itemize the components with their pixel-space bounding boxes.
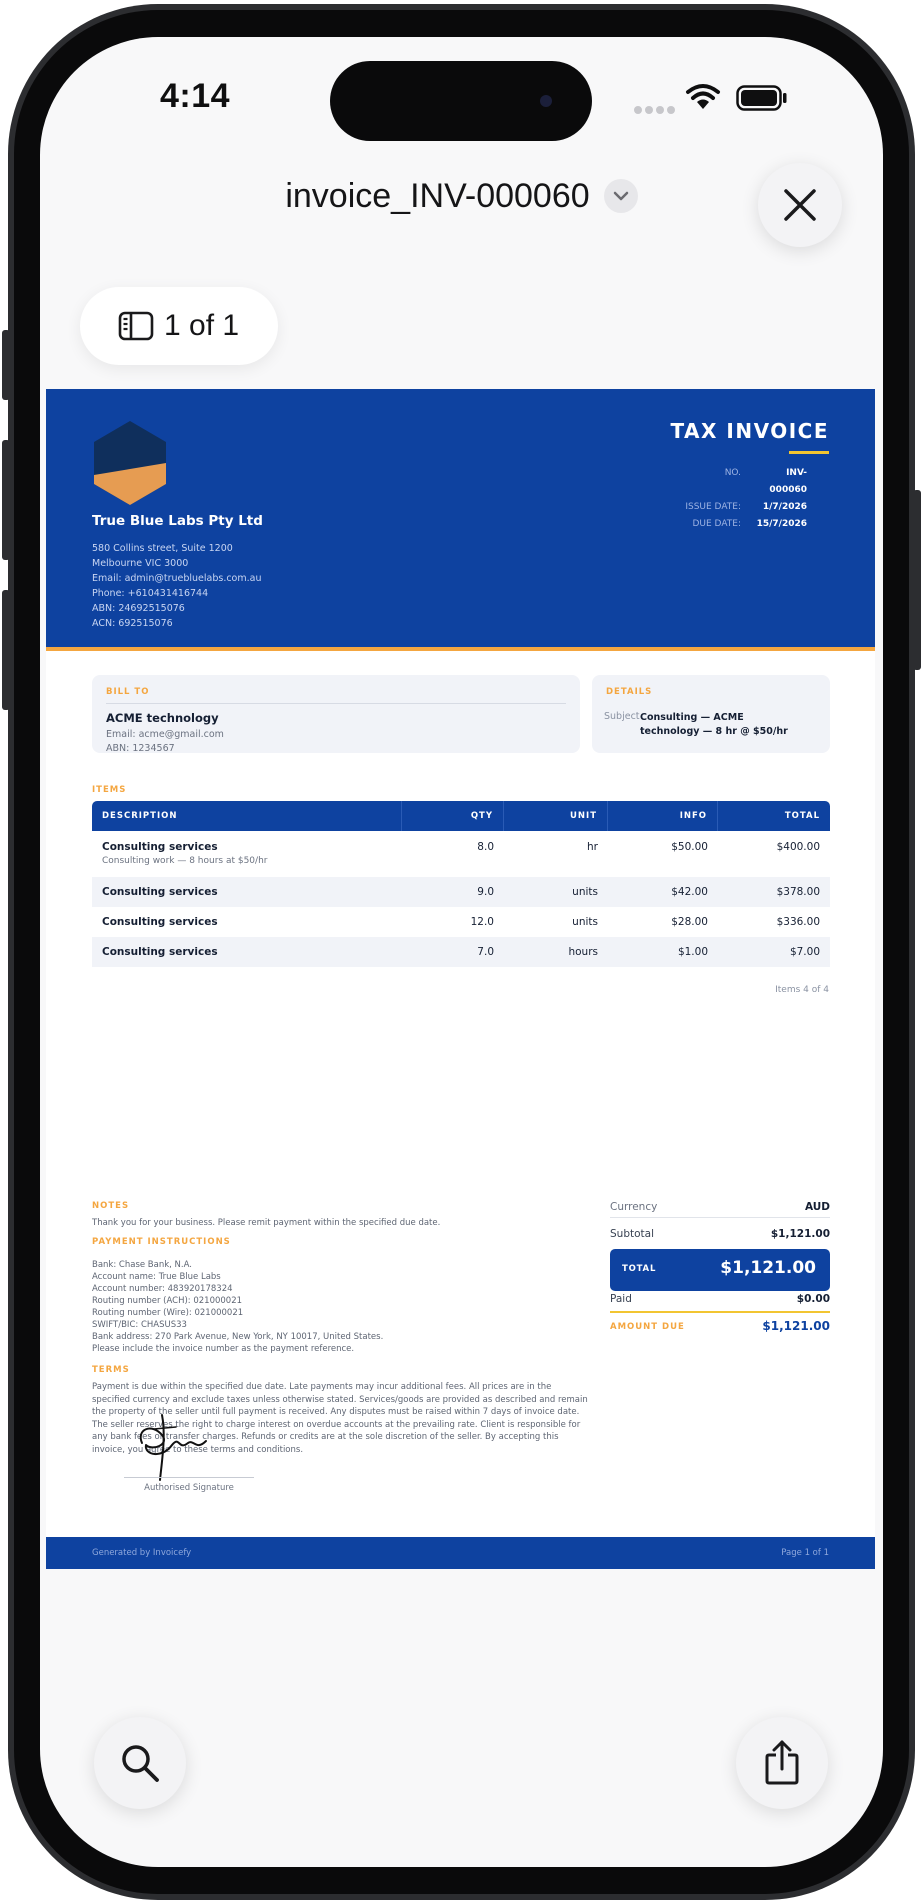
- table-row: Consulting services 9.0 units $42.00 $37…: [92, 877, 830, 907]
- company-logo: [94, 421, 166, 505]
- search-icon: [122, 1745, 159, 1782]
- invoice-title: TAX INVOICE: [670, 419, 829, 443]
- wifi-icon: [686, 84, 720, 109]
- chevron-down-icon[interactable]: [603, 179, 638, 214]
- items-table: DESCRIPTION QTY UNIT INFO TOTAL Consulti…: [92, 801, 830, 967]
- search-button[interactable]: [94, 1717, 186, 1809]
- signature-label: Authorised Signature: [144, 1483, 234, 1493]
- payment-instructions-label: PAYMENT INSTRUCTIONS: [92, 1237, 231, 1247]
- table-row: Consulting services 12.0 units $28.00 $3…: [102, 916, 820, 928]
- footer-generated-by: Generated by Invoicefy: [92, 1548, 192, 1558]
- screen: 4:14 invoice_INV-000060 1 of 1 True Blue…: [40, 37, 883, 1867]
- payment-reference: Please include the invoice number as the…: [92, 1344, 355, 1354]
- document-title: invoice_INV-000060: [285, 176, 590, 215]
- items-label: ITEMS: [92, 785, 127, 795]
- status-time: 4:14: [160, 77, 231, 115]
- camera: [540, 95, 552, 107]
- payment-instructions: Bank: Chase Bank, N.A. Account name: Tru…: [92, 1260, 384, 1342]
- amount-due-divider: [610, 1311, 830, 1313]
- table-header: DESCRIPTION QTY UNIT INFO TOTAL: [92, 801, 830, 831]
- sidebar-icon: [118, 311, 154, 341]
- share-button[interactable]: [736, 1717, 828, 1809]
- title-underline: [789, 451, 829, 454]
- bill-to-label: BILL TO: [106, 687, 150, 697]
- notes-label: NOTES: [92, 1201, 130, 1211]
- details-label: DETAILS: [606, 687, 653, 697]
- battery-icon: [736, 85, 787, 111]
- subject-value: Consulting — ACME technology — 8 hr @ $5…: [640, 712, 788, 737]
- terms-label: TERMS: [92, 1365, 130, 1375]
- cellular-signal-icon: [634, 101, 678, 119]
- close-icon: [784, 189, 816, 221]
- items-count: Items 4 of 4: [775, 985, 829, 995]
- signature-image: [139, 1414, 207, 1481]
- invoice-footer: Generated by Invoicefy Page 1 of 1: [46, 1537, 875, 1569]
- invoice-page[interactable]: True Blue Labs Pty Ltd 580 Collins stree…: [46, 389, 875, 1569]
- page-indicator: 1 of 1: [164, 309, 240, 342]
- details-card: DETAILS Subject Consulting — ACME techno…: [592, 675, 830, 753]
- company-name: True Blue Labs Pty Ltd: [92, 513, 263, 529]
- dynamic-island: [330, 61, 592, 141]
- table-row: Consulting services 7.0 hours $1.00 $7.0…: [92, 937, 830, 967]
- company-address: 580 Collins street, Suite 1200 Melbourne…: [92, 543, 262, 629]
- close-button[interactable]: [758, 163, 842, 247]
- table-row: Consulting services Consulting work — 8 h…: [102, 841, 820, 866]
- client-email: Email: acme@gmail.com: [106, 729, 224, 740]
- bill-to-card: BILL TO ACME technology Email: acme@gmai…: [92, 675, 580, 754]
- total-box: TOTAL $1,121.00: [610, 1249, 830, 1291]
- share-icon: [765, 1740, 799, 1785]
- client-abn: ABN: 1234567: [106, 743, 175, 754]
- invoice-meta: NO. INV-000060 ISSUE DATE: 1/7/2026 DUE DA…: [685, 468, 807, 529]
- notes-text: Thank you for your business. Please remi…: [92, 1218, 441, 1228]
- client-name: ACME technology: [106, 711, 219, 725]
- subject-label: Subject: [604, 711, 640, 722]
- summary-divider: [610, 1217, 830, 1218]
- document-title-menu[interactable]: invoice_INV-000060: [40, 175, 883, 216]
- page-thumbnails-button[interactable]: 1 of 1: [80, 287, 278, 365]
- footer-page-number: Page 1 of 1: [781, 1548, 829, 1558]
- invoice-header: True Blue Labs Pty Ltd 580 Collins stree…: [46, 389, 875, 651]
- signature-line: [124, 1477, 254, 1478]
